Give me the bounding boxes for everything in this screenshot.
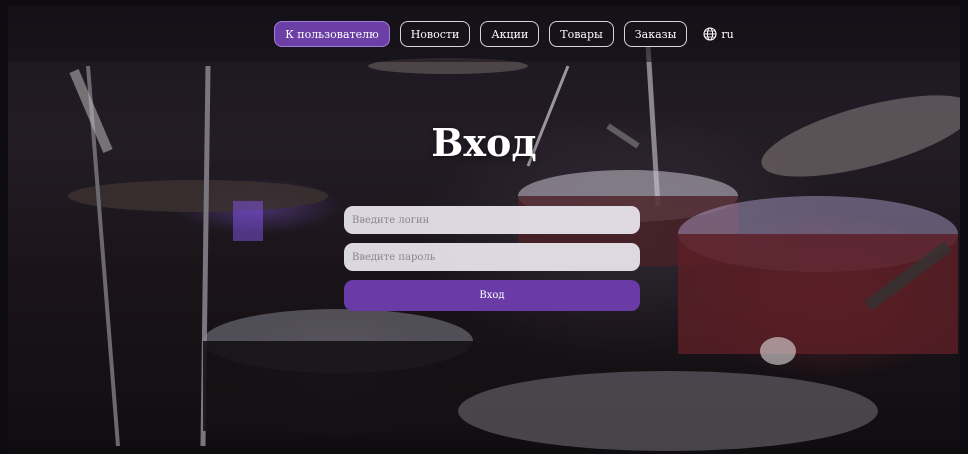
login-title: Вход (431, 120, 537, 165)
nav-button-products[interactable]: Товары (549, 21, 614, 47)
language-switcher[interactable]: ru (703, 27, 734, 41)
nav-button-to-user[interactable]: К пользователю (274, 21, 390, 47)
nav-button-promotions[interactable]: Акции (480, 21, 540, 47)
globe-icon (703, 27, 717, 41)
login-submit-button[interactable]: Вход (344, 280, 640, 311)
nav-button-orders[interactable]: Заказы (623, 21, 688, 47)
nav-button-news[interactable]: Новости (399, 21, 471, 47)
login-form: Вход (344, 206, 640, 311)
language-label: ru (721, 27, 734, 41)
top-navigation-bar: К пользователю Новости Акции Товары Зака… (8, 6, 960, 62)
login-input[interactable] (344, 206, 640, 234)
password-input[interactable] (344, 243, 640, 271)
